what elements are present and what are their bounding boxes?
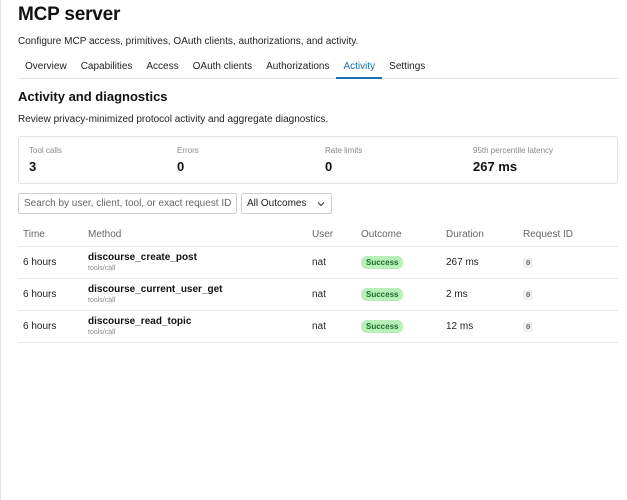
tab-bar: Overview Capabilities Access OAuth clien… xyxy=(18,57,618,79)
request-id-code: 0 xyxy=(523,257,534,268)
method-name: discourse_create_post xyxy=(88,252,197,263)
cell-duration: 12 ms xyxy=(446,310,523,343)
page-description: Configure MCP access, primitives, OAuth … xyxy=(18,36,359,47)
stat-rate-limits: Rate limits 0 xyxy=(315,137,463,183)
column-header-method[interactable]: Method xyxy=(88,224,312,247)
stat-label: Errors xyxy=(177,146,199,155)
stat-value: 0 xyxy=(177,159,185,174)
stat-value: 0 xyxy=(325,159,333,174)
outcome-filter-value: All Outcomes xyxy=(247,198,307,209)
cell-outcome: Success xyxy=(361,278,446,311)
cell-request-id: 0 xyxy=(523,278,618,311)
tab-capabilities[interactable]: Capabilities xyxy=(74,57,140,79)
stat-errors: Errors 0 xyxy=(167,137,315,183)
tab-access[interactable]: Access xyxy=(139,57,185,79)
page-left-border xyxy=(0,0,1,500)
tab-activity[interactable]: Activity xyxy=(336,57,383,79)
cell-user: nat xyxy=(312,310,361,343)
section-description: Review privacy-minimized protocol activi… xyxy=(18,114,329,125)
cell-time: 6 hours xyxy=(18,310,88,343)
outcome-filter-select[interactable]: All Outcomes xyxy=(241,193,332,214)
request-id-code: 0 xyxy=(523,321,534,332)
cell-duration: 2 ms xyxy=(446,278,523,311)
tab-authorizations[interactable]: Authorizations xyxy=(259,57,336,79)
tab-oauth-clients[interactable]: OAuth clients xyxy=(186,57,259,79)
method-type: tools/call xyxy=(88,265,116,272)
cell-user: nat xyxy=(312,246,361,279)
cell-method: discourse_create_post tools/call xyxy=(88,246,312,279)
cell-time: 6 hours xyxy=(18,278,88,311)
cell-time: 6 hours xyxy=(18,246,88,279)
activity-table: Time Method User Outcome Duration Reques… xyxy=(18,224,618,343)
cell-user: nat xyxy=(312,278,361,311)
tab-overview[interactable]: Overview xyxy=(18,57,74,79)
stat-value: 3 xyxy=(29,159,37,174)
stat-label: Tool calls xyxy=(29,146,62,155)
status-badge: Success xyxy=(361,287,404,301)
table-row[interactable]: 6 hours discourse_current_user_get tools… xyxy=(18,278,618,311)
search-input[interactable] xyxy=(18,193,237,214)
chevron-down-icon xyxy=(317,202,325,207)
method-type: tools/call xyxy=(88,329,116,336)
stat-label: Rate limits xyxy=(325,146,363,155)
method-name: discourse_current_user_get xyxy=(88,284,223,295)
cell-request-id: 0 xyxy=(523,310,618,343)
column-header-time[interactable]: Time xyxy=(18,224,88,247)
table-header-row: Time Method User Outcome Duration Reques… xyxy=(18,224,618,247)
cell-outcome: Success xyxy=(361,310,446,343)
column-header-user[interactable]: User xyxy=(312,224,361,247)
column-header-request-id[interactable]: Request ID xyxy=(523,224,618,247)
stat-latency: 95th percentile latency 267 ms xyxy=(463,137,611,183)
column-header-outcome[interactable]: Outcome xyxy=(361,224,446,247)
page-title: MCP server xyxy=(18,4,121,25)
stat-label: 95th percentile latency xyxy=(473,146,554,155)
method-name: discourse_read_topic xyxy=(88,316,192,327)
table-row[interactable]: 6 hours discourse_create_post tools/call… xyxy=(18,246,618,279)
status-badge: Success xyxy=(361,255,404,269)
cell-method: discourse_current_user_get tools/call xyxy=(88,278,312,311)
cell-method: discourse_read_topic tools/call xyxy=(88,310,312,343)
stat-tool-calls: Tool calls 3 xyxy=(19,137,167,183)
status-badge: Success xyxy=(361,319,404,333)
column-header-duration[interactable]: Duration xyxy=(446,224,523,247)
cell-duration: 267 ms xyxy=(446,246,523,279)
stat-value: 267 ms xyxy=(473,159,518,174)
table-row[interactable]: 6 hours discourse_read_topic tools/call … xyxy=(18,310,618,343)
request-id-code: 0 xyxy=(523,289,534,300)
section-title: Activity and diagnostics xyxy=(18,89,168,104)
cell-request-id: 0 xyxy=(523,246,618,279)
stats-panel: Tool calls 3 Errors 0 Rate limits 0 95th… xyxy=(18,136,618,184)
tab-settings[interactable]: Settings xyxy=(382,57,432,79)
method-type: tools/call xyxy=(88,297,116,304)
cell-outcome: Success xyxy=(361,246,446,279)
